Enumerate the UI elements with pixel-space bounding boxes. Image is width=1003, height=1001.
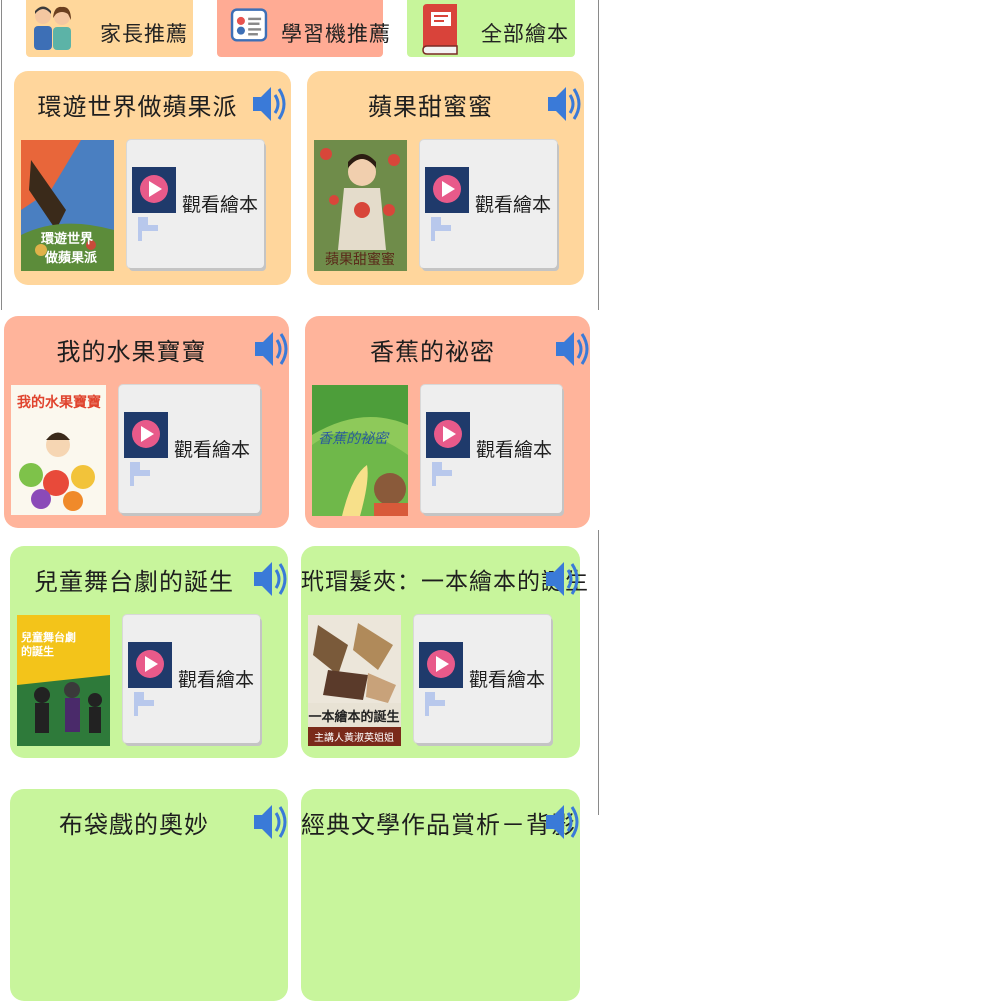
speaker-icon[interactable]: [252, 554, 288, 604]
tab-learning-machine-recommend[interactable]: 學習機推薦: [217, 0, 390, 57]
view-book-label: 觀看繪本: [182, 194, 259, 216]
speaker-icon[interactable]: [253, 324, 289, 374]
tab-label: 家長推薦: [100, 22, 188, 46]
book-cover-image[interactable]: 蘋果甜蜜蜜: [314, 140, 407, 271]
learning-machine-icon: [230, 8, 268, 42]
book-title: 我的水果寶寶: [56, 338, 207, 366]
divider-line: [598, 530, 599, 815]
book-card[interactable]: 經典文學作品賞析－背影: [301, 789, 580, 1001]
book-cover-image[interactable]: 一本繪本的誕生 主講人黃淑英姐姐: [308, 615, 401, 746]
book-card[interactable]: 環遊世界做蘋果派 環遊世界 做蘋果派 觀看繪本: [14, 71, 291, 285]
view-book-label: 觀看繪本: [469, 669, 546, 691]
play-video-icon: [426, 412, 470, 486]
view-book-button[interactable]: 觀看繪本: [123, 615, 260, 743]
view-book-label: 觀看繪本: [476, 439, 553, 461]
play-video-icon: [124, 412, 168, 486]
svg-text:做蘋果派: 做蘋果派: [44, 250, 98, 265]
view-book-label: 觀看繪本: [178, 669, 255, 691]
play-video-icon: [128, 642, 172, 716]
view-book-label: 觀看繪本: [174, 439, 251, 461]
speaker-icon[interactable]: [544, 797, 580, 847]
book-cover-image[interactable]: 環遊世界 做蘋果派: [21, 140, 114, 271]
book-card[interactable]: 玳瑁髮夾：一本繪本的誕生 一本繪本的誕生 主講人黃淑英姐姐 觀看繪本: [301, 546, 589, 758]
svg-text:一本繪本的誕生: 一本繪本的誕生: [308, 709, 399, 724]
book-title: 香蕉的祕密: [370, 338, 495, 366]
play-video-icon: [419, 642, 463, 716]
view-book-button[interactable]: 觀看繪本: [127, 140, 264, 268]
speaker-icon[interactable]: [546, 79, 582, 129]
book-title: 經典文學作品賞析－背影: [301, 811, 576, 839]
book-title: 布袋戲的奧妙: [59, 811, 209, 839]
play-video-icon: [132, 167, 176, 241]
view-book-button[interactable]: 觀看繪本: [414, 615, 551, 743]
speaker-icon[interactable]: [554, 324, 590, 374]
svg-text:香蕉的祕密: 香蕉的祕密: [318, 431, 390, 447]
book-title: 兒童舞台劇的誕生: [34, 568, 234, 596]
play-video-icon: [425, 167, 469, 241]
view-book-button[interactable]: 觀看繪本: [420, 140, 557, 268]
view-book-label: 觀看繪本: [475, 194, 552, 216]
book-card[interactable]: 兒童舞台劇的誕生 兒童舞台劇 的誕生 觀看繪本: [10, 546, 288, 758]
book-cover-image[interactable]: 香蕉的祕密: [312, 385, 408, 516]
svg-text:蘋果甜蜜蜜: 蘋果甜蜜蜜: [325, 252, 395, 268]
svg-text:主講人黃淑英姐姐: 主講人黃淑英姐姐: [314, 731, 394, 744]
book-card[interactable]: 我的水果寶寶 我的水果寶寶 觀看繪本: [4, 316, 289, 528]
tab-label: 學習機推薦: [281, 22, 391, 46]
book-icon: [422, 4, 458, 55]
view-book-button[interactable]: 觀看繪本: [421, 385, 562, 513]
book-title: 蘋果甜蜜蜜: [368, 93, 493, 121]
svg-text:我的水果寶寶: 我的水果寶寶: [17, 394, 101, 410]
book-title: 環遊世界做蘋果派: [37, 93, 238, 121]
book-title: 玳瑁髮夾：一本繪本的誕生: [301, 569, 589, 595]
speaker-icon[interactable]: [252, 797, 288, 847]
parents-icon: [34, 6, 71, 50]
svg-text:的誕生: 的誕生: [21, 644, 54, 658]
divider-line: [598, 0, 599, 310]
speaker-icon[interactable]: [544, 554, 580, 604]
view-book-button[interactable]: 觀看繪本: [119, 385, 260, 513]
tab-all-books[interactable]: 全部繪本: [407, 0, 575, 57]
divider-line: [1, 0, 2, 310]
tab-parent-recommend[interactable]: 家長推薦: [26, 0, 193, 57]
svg-text:兒童舞台劇: 兒童舞台劇: [21, 630, 76, 644]
book-card[interactable]: 蘋果甜蜜蜜 蘋果甜蜜蜜 觀看繪本: [307, 71, 584, 285]
book-cover-image[interactable]: 兒童舞台劇 的誕生: [17, 615, 110, 746]
tab-label: 全部繪本: [481, 22, 569, 46]
speaker-icon[interactable]: [251, 79, 287, 129]
book-card[interactable]: 布袋戲的奧妙: [10, 789, 288, 1001]
svg-text:環遊世界: 環遊世界: [41, 231, 93, 246]
book-card[interactable]: 香蕉的祕密 香蕉的祕密 觀看繪本: [305, 316, 590, 528]
book-cover-image[interactable]: 我的水果寶寶: [11, 385, 106, 515]
